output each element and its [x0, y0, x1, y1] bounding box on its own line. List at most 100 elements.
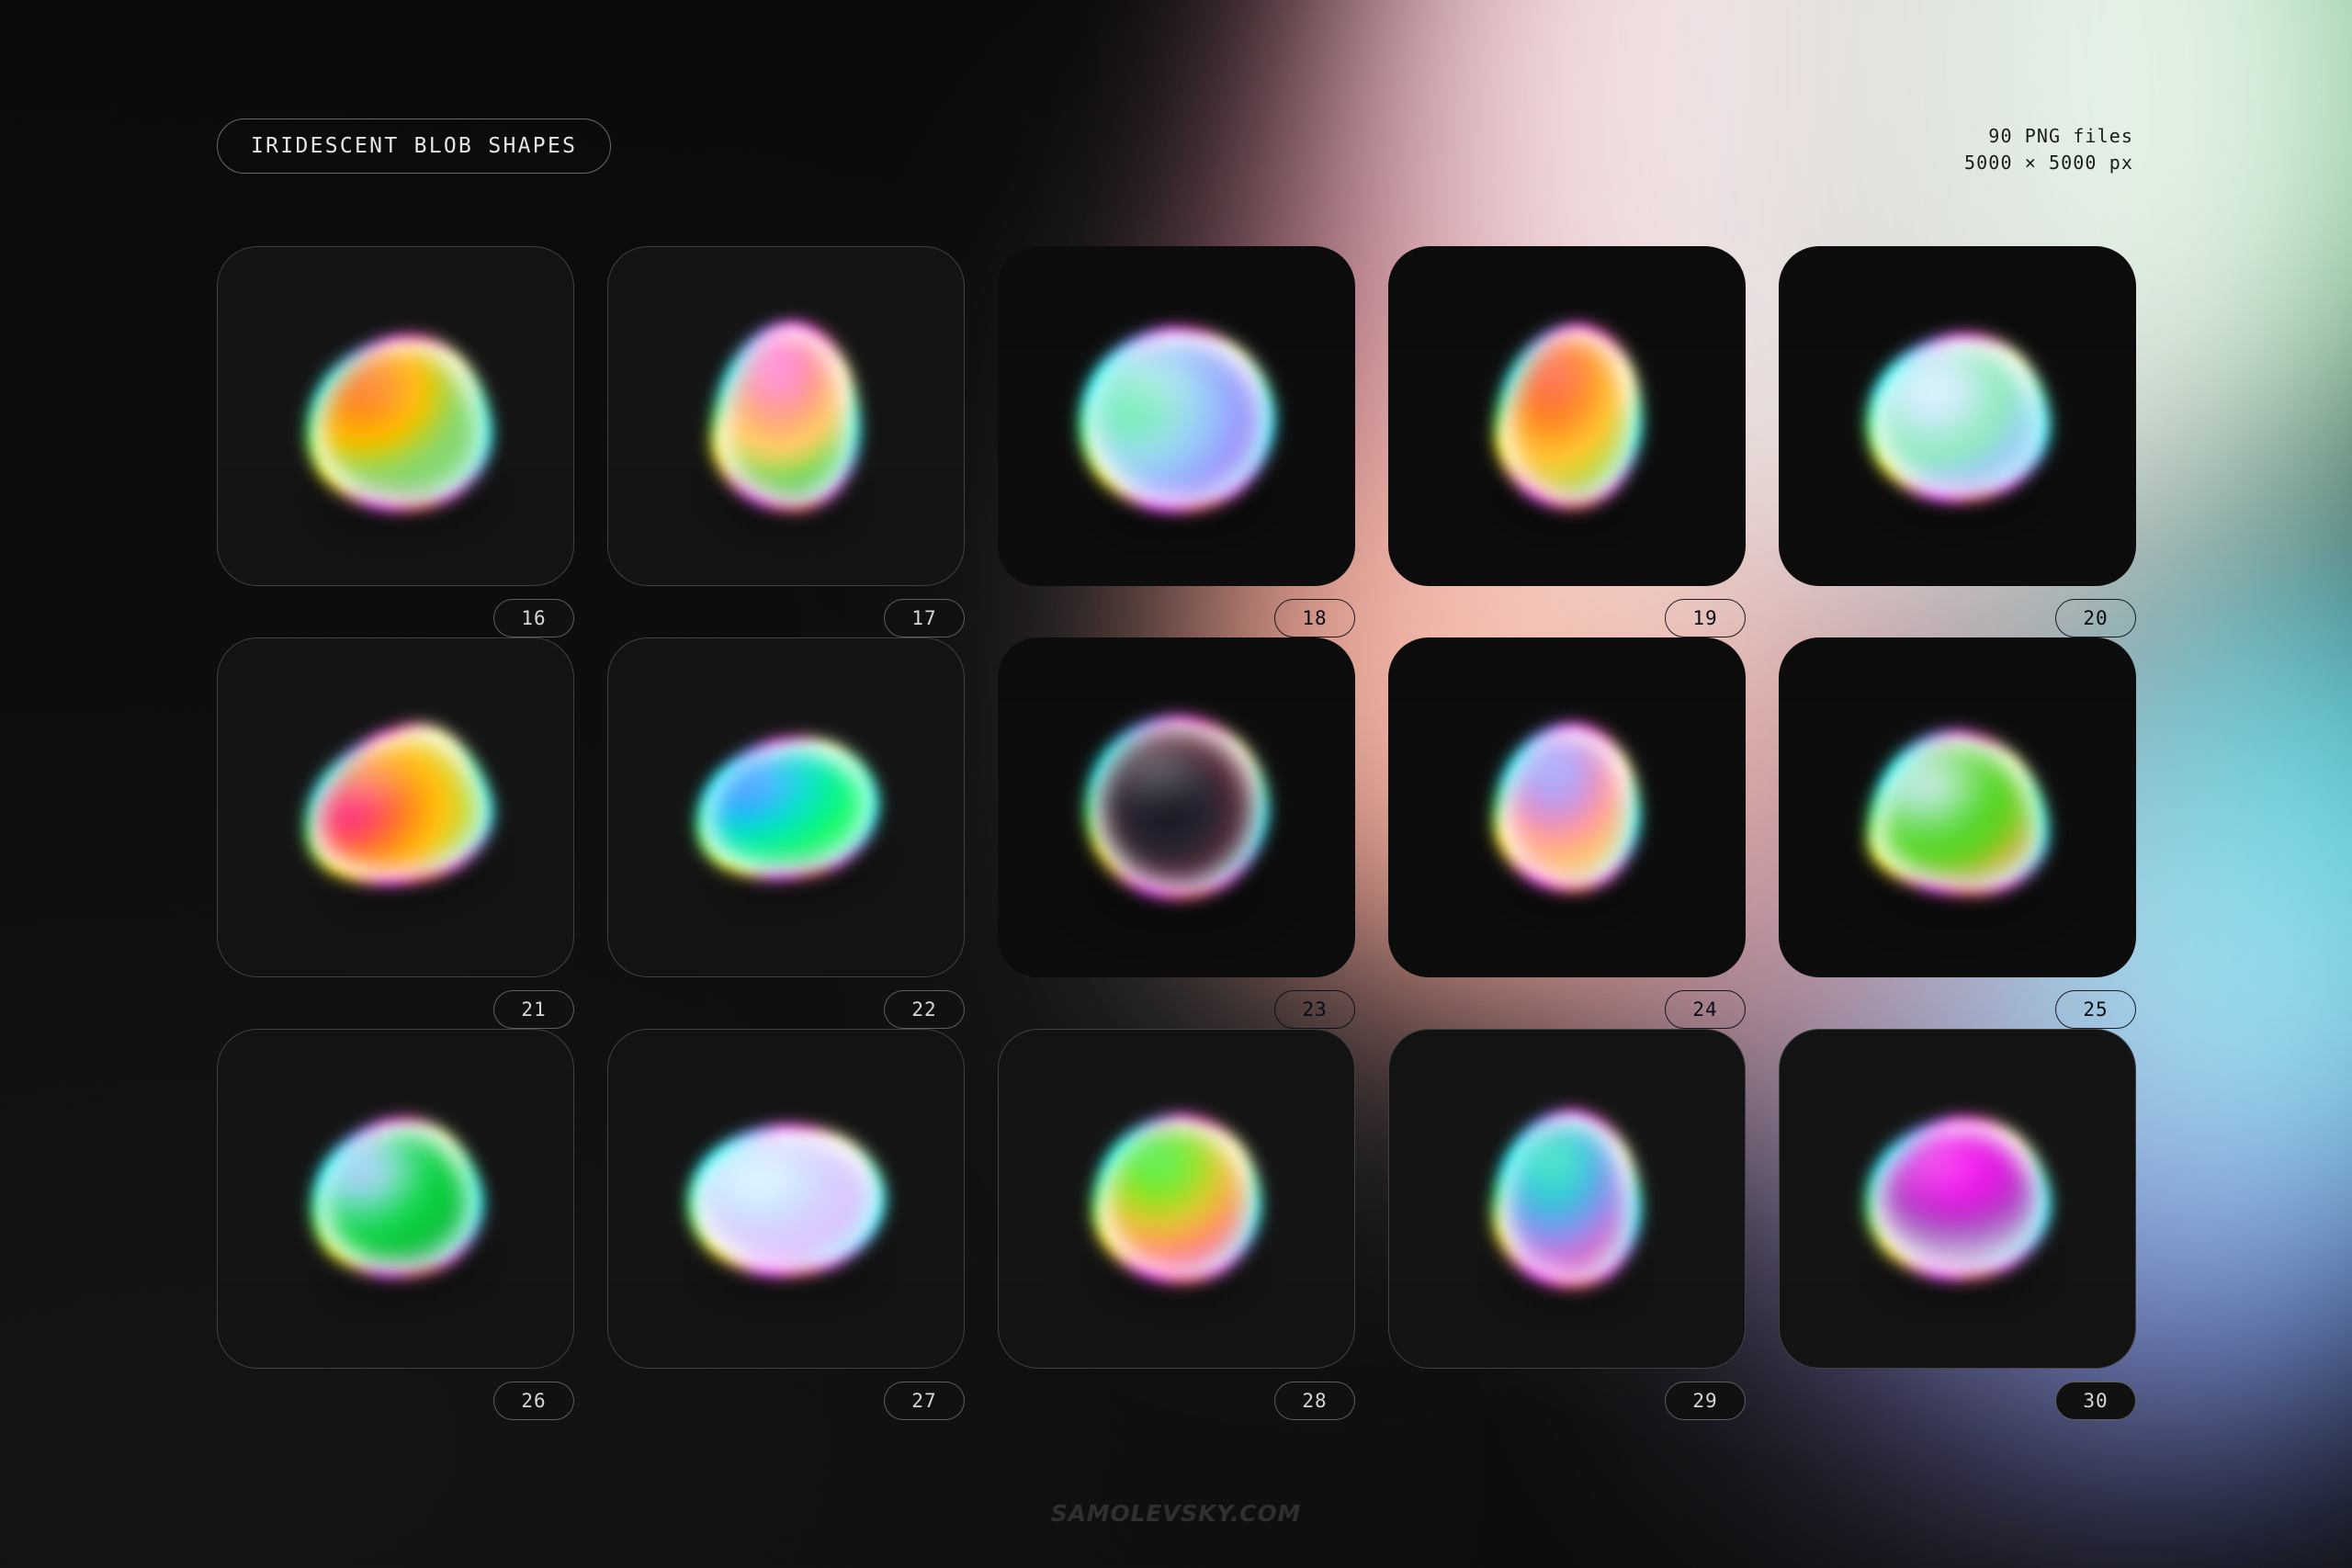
blob-card[interactable] — [1388, 246, 1746, 586]
blob-card[interactable] — [217, 1029, 574, 1369]
blob-number-label: 16 — [521, 607, 546, 629]
blob-body — [1489, 1107, 1645, 1291]
blob-cell[interactable]: 28 — [998, 1029, 1355, 1420]
blob-cell[interactable]: 20 — [1779, 246, 2136, 637]
file-metadata: 90 PNG files 5000 × 5000 px — [1964, 123, 2133, 176]
blob-shape — [1489, 1107, 1645, 1291]
blob-number-label: 25 — [2083, 998, 2108, 1021]
blob-body — [684, 1121, 888, 1281]
blob-number-label: 22 — [911, 998, 936, 1021]
blob-number-label: 21 — [521, 998, 546, 1021]
blob-cell[interactable]: 27 — [607, 1029, 965, 1420]
blob-number-badge[interactable]: 25 — [2055, 990, 2136, 1029]
blob-number-badge[interactable]: 19 — [1665, 599, 1746, 637]
blob-card[interactable] — [217, 246, 574, 586]
blob-cell[interactable]: 16 — [217, 246, 574, 637]
blob-body — [300, 330, 496, 516]
blob-card[interactable] — [998, 637, 1355, 977]
blob-number-label: 28 — [1302, 1390, 1327, 1412]
file-count-label: 90 PNG files — [1964, 123, 2133, 150]
blob-shape — [1860, 1111, 2055, 1286]
blob-shape — [300, 330, 496, 516]
blob-number-badge[interactable]: 30 — [2055, 1382, 2136, 1420]
blob-cell[interactable]: 22 — [607, 637, 965, 1029]
blob-body — [682, 722, 890, 897]
blob-shape — [1862, 330, 2052, 506]
blob-card[interactable] — [217, 637, 574, 977]
blob-body — [286, 710, 506, 906]
blob-card[interactable] — [998, 1029, 1355, 1369]
blob-shape — [286, 710, 506, 906]
blob-card[interactable] — [1388, 1029, 1746, 1369]
blob-number-badge[interactable]: 27 — [884, 1382, 965, 1420]
file-dimensions-label: 5000 × 5000 px — [1964, 150, 2133, 176]
blob-number-badge[interactable]: 17 — [884, 599, 965, 637]
blob-body — [1868, 731, 2048, 895]
blob-card[interactable] — [1779, 637, 2136, 977]
blob-cell[interactable]: 17 — [607, 246, 965, 637]
blob-number-label: 19 — [1692, 607, 1717, 629]
blob-number-badge[interactable]: 20 — [2055, 599, 2136, 637]
blob-card[interactable] — [1779, 246, 2136, 586]
blob-shape — [707, 318, 865, 513]
footer-watermark: SAMOLEVSKY.COM — [0, 1500, 2352, 1527]
page-title: IRIDESCENT BLOB SHAPES — [251, 134, 577, 158]
blob-shape — [298, 1106, 493, 1292]
blob-cell[interactable]: 19 — [1388, 246, 1746, 637]
blob-body — [1090, 1112, 1262, 1285]
blob-body — [1862, 330, 2052, 506]
blob-card[interactable] — [998, 246, 1355, 586]
blob-shape — [1488, 719, 1645, 897]
blob-body — [1086, 716, 1268, 898]
footer-text: SAMOLEVSKY.COM — [1051, 1500, 1301, 1527]
blob-number-badge[interactable]: 21 — [493, 990, 574, 1029]
blob-number-badge[interactable]: 28 — [1274, 1382, 1355, 1420]
blob-number-label: 17 — [911, 607, 936, 629]
blob-grid: 16 17 18 19 20 21 22 23 24 25 26 27 28 29 30 — [217, 246, 2137, 1420]
blob-card[interactable] — [1779, 1029, 2136, 1369]
blob-cell[interactable]: 25 — [1779, 637, 2136, 1029]
blob-body — [298, 1106, 493, 1292]
blob-number-label: 18 — [1302, 607, 1327, 629]
blob-body — [1860, 1111, 2055, 1286]
blob-shape — [1086, 716, 1268, 898]
blob-shape — [1070, 318, 1283, 521]
blob-card[interactable] — [607, 637, 965, 977]
blob-body — [1070, 318, 1283, 521]
blob-cell[interactable]: 23 — [998, 637, 1355, 1029]
blob-card[interactable] — [1388, 637, 1746, 977]
blob-body — [707, 318, 865, 513]
title-pill: IRIDESCENT BLOB SHAPES — [217, 118, 611, 174]
blob-card[interactable] — [607, 1029, 965, 1369]
blob-number-label: 26 — [521, 1390, 546, 1412]
blob-number-badge[interactable]: 22 — [884, 990, 965, 1029]
blob-number-label: 27 — [911, 1390, 936, 1412]
blob-number-badge[interactable]: 26 — [493, 1382, 574, 1420]
blob-number-badge[interactable]: 29 — [1665, 1382, 1746, 1420]
artwork-stage: IRIDESCENT BLOB SHAPES 90 PNG files 5000… — [0, 0, 2352, 1568]
blob-number-label: 29 — [1692, 1390, 1717, 1412]
blob-shape — [684, 1121, 888, 1281]
blob-core-gradient — [1102, 732, 1252, 883]
blob-cell[interactable]: 21 — [217, 637, 574, 1029]
blob-shape — [682, 722, 890, 897]
blob-cell[interactable]: 24 — [1388, 637, 1746, 1029]
blob-card[interactable] — [607, 246, 965, 586]
blob-number-label: 30 — [2083, 1390, 2108, 1412]
blob-cell[interactable]: 26 — [217, 1029, 574, 1420]
blob-cell[interactable]: 29 — [1388, 1029, 1746, 1420]
blob-number-label: 24 — [1692, 998, 1717, 1021]
blob-number-badge[interactable]: 23 — [1274, 990, 1355, 1029]
blob-body — [1488, 318, 1649, 513]
blob-body — [1488, 719, 1645, 897]
blob-shape — [1090, 1112, 1262, 1285]
blob-number-badge[interactable]: 24 — [1665, 990, 1746, 1029]
blob-shape — [1868, 731, 2048, 895]
blob-number-badge[interactable]: 18 — [1274, 599, 1355, 637]
blob-cell[interactable]: 30 — [1779, 1029, 2136, 1420]
blob-cell[interactable]: 18 — [998, 246, 1355, 637]
blob-shape — [1488, 318, 1649, 513]
blob-number-badge[interactable]: 16 — [493, 599, 574, 637]
blob-number-label: 23 — [1302, 998, 1327, 1021]
blob-number-label: 20 — [2083, 607, 2108, 629]
